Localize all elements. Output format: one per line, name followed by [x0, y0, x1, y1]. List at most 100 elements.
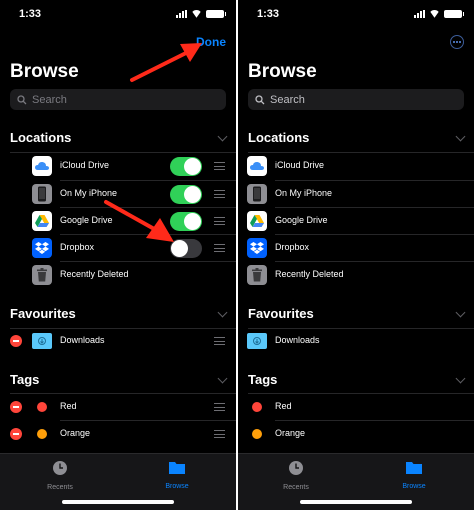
- chevron-down-icon[interactable]: [455, 373, 466, 384]
- cellular-signal-icon: [176, 10, 187, 18]
- tab-browse[interactable]: Browse: [147, 460, 207, 490]
- location-label: On My iPhone: [275, 188, 333, 198]
- status-bar: 1:33: [238, 0, 474, 28]
- wifi-icon: [429, 10, 440, 18]
- more-options-icon[interactable]: [450, 35, 464, 49]
- tag-row-red[interactable]: Red: [238, 394, 474, 420]
- red-tag-dot-icon: [37, 402, 47, 412]
- status-time: 1:33: [19, 8, 42, 20]
- icloud-drive-icon: [247, 156, 267, 176]
- home-indicator: [300, 500, 412, 504]
- tags-header[interactable]: Tags: [248, 370, 466, 390]
- downloads-folder-icon: [32, 333, 52, 349]
- location-row-icloud-drive[interactable]: iCloud Drive: [238, 153, 474, 179]
- tag-label: Orange: [275, 428, 306, 438]
- battery-icon: [206, 10, 226, 18]
- tab-bar: Recents Browse: [238, 453, 474, 510]
- tab-recents[interactable]: Recents: [266, 460, 326, 491]
- favourite-row-downloads[interactable]: Downloads: [0, 328, 236, 354]
- downloads-folder-icon: [247, 333, 267, 349]
- clock-icon: [289, 461, 303, 475]
- status-icons: [414, 10, 464, 18]
- google-drive-icon: [247, 211, 267, 231]
- orange-tag-dot-icon: [252, 429, 262, 439]
- annotation-arrow-icon: [104, 200, 174, 242]
- page-title: Browse: [248, 61, 317, 82]
- section-title-locations: Locations: [248, 130, 310, 145]
- remove-minus-icon[interactable]: [10, 401, 22, 413]
- chevron-down-icon[interactable]: [455, 307, 466, 318]
- location-row-on-my-iphone[interactable]: On My iPhone: [238, 181, 474, 207]
- remove-minus-icon[interactable]: [10, 428, 22, 440]
- clock-icon: [53, 461, 67, 475]
- tag-row-orange[interactable]: Orange: [238, 421, 474, 447]
- location-label: iCloud Drive: [60, 160, 110, 170]
- reorder-handle-icon[interactable]: [214, 337, 225, 345]
- iphone-icon: [247, 184, 267, 204]
- location-row-recently-deleted[interactable]: Recently Deleted: [238, 262, 474, 288]
- reorder-handle-icon[interactable]: [214, 162, 225, 170]
- page-title: Browse: [10, 61, 79, 82]
- location-label: Recently Deleted: [275, 269, 344, 279]
- red-tag-dot-icon: [252, 402, 262, 412]
- trash-icon: [32, 265, 52, 285]
- favourite-label: Downloads: [275, 335, 320, 345]
- reorder-handle-icon[interactable]: [214, 190, 225, 198]
- trash-icon: [247, 265, 267, 285]
- status-icons: [176, 10, 226, 18]
- status-bar: 1:33: [0, 0, 236, 28]
- location-row-recently-deleted[interactable]: Recently Deleted: [0, 262, 236, 288]
- wifi-icon: [191, 10, 202, 18]
- favourite-row-downloads[interactable]: Downloads: [238, 328, 474, 354]
- location-label: Dropbox: [60, 242, 95, 252]
- tab-label-browse: Browse: [402, 483, 426, 490]
- chevron-down-icon[interactable]: [217, 131, 228, 142]
- search-icon: [17, 94, 27, 104]
- tab-recents[interactable]: Recents: [30, 460, 90, 491]
- tab-browse[interactable]: Browse: [384, 460, 444, 490]
- chevron-down-icon[interactable]: [217, 307, 228, 318]
- chevron-down-icon[interactable]: [455, 131, 466, 142]
- tags-header[interactable]: Tags: [10, 370, 228, 390]
- section-title-favourites: Favourites: [248, 306, 314, 321]
- search-placeholder: Search: [32, 93, 67, 106]
- home-indicator: [62, 500, 174, 504]
- reorder-handle-icon[interactable]: [214, 403, 225, 411]
- favourites-header[interactable]: Favourites: [248, 304, 466, 324]
- location-label: iCloud Drive: [275, 160, 325, 170]
- tag-label: Red: [275, 401, 292, 411]
- section-title-tags: Tags: [10, 372, 40, 387]
- reorder-handle-icon[interactable]: [214, 217, 225, 225]
- folder-icon: [406, 462, 422, 474]
- location-row-google-drive[interactable]: Google Drive: [238, 208, 474, 234]
- location-label: Google Drive: [275, 215, 328, 225]
- chevron-down-icon[interactable]: [217, 373, 228, 384]
- locations-header[interactable]: Locations: [248, 128, 466, 148]
- locations-header[interactable]: Locations: [10, 128, 228, 148]
- favourites-header[interactable]: Favourites: [10, 304, 228, 324]
- search-field[interactable]: Search: [10, 89, 226, 110]
- reorder-handle-icon[interactable]: [214, 430, 225, 438]
- tag-row-red[interactable]: Red: [0, 394, 236, 420]
- section-title-favourites: Favourites: [10, 306, 76, 321]
- favourite-label: Downloads: [60, 335, 105, 345]
- folder-icon: [169, 462, 185, 474]
- dropbox-icon: [247, 238, 267, 258]
- tag-label: Red: [60, 401, 77, 411]
- section-title-locations: Locations: [10, 130, 72, 145]
- remove-minus-icon[interactable]: [10, 335, 22, 347]
- location-toggle-icloud-drive[interactable]: [170, 157, 202, 176]
- search-field[interactable]: Search: [248, 89, 464, 110]
- cellular-signal-icon: [414, 10, 425, 18]
- status-time: 1:33: [257, 8, 280, 20]
- icloud-drive-icon: [32, 156, 52, 176]
- tag-label: Orange: [60, 428, 91, 438]
- tab-label-browse: Browse: [165, 483, 189, 490]
- orange-tag-dot-icon: [37, 429, 47, 439]
- location-row-dropbox[interactable]: Dropbox: [238, 235, 474, 261]
- location-row-icloud-drive[interactable]: iCloud Drive: [0, 153, 236, 179]
- tag-row-orange[interactable]: Orange: [0, 421, 236, 447]
- reorder-handle-icon[interactable]: [214, 244, 225, 252]
- dropbox-icon: [32, 238, 52, 258]
- section-title-tags: Tags: [248, 372, 278, 387]
